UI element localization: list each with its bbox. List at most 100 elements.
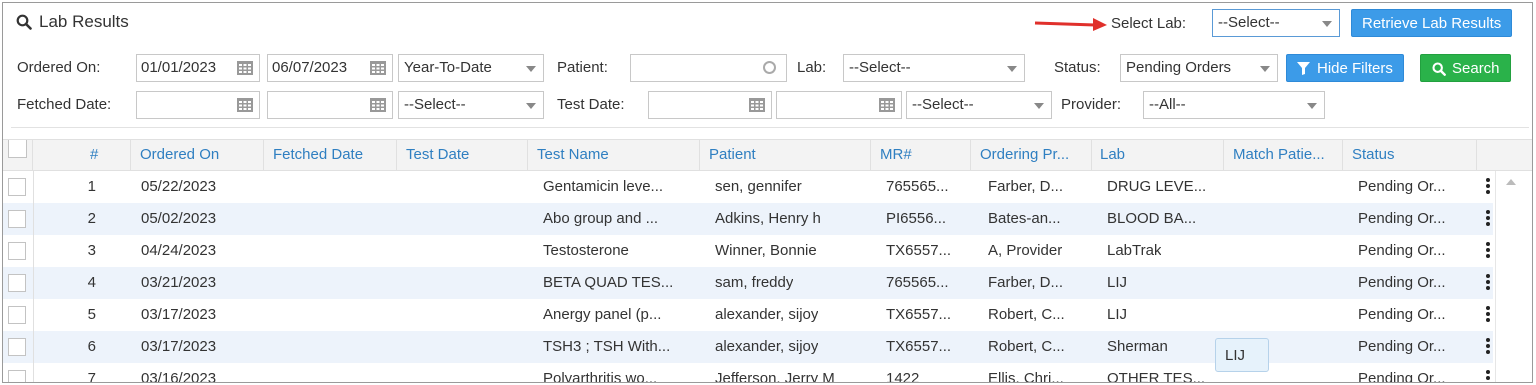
ordering-provider-cell: Robert, C... [988, 338, 1065, 355]
lab-cell: LIJ [1107, 274, 1128, 291]
more-options-icon[interactable] [1486, 338, 1490, 354]
table-row[interactable]: 6 03/17/2023 TSH3 ; TSH With... alexander, … [3, 331, 1493, 363]
row-checkbox[interactable] [8, 338, 26, 356]
lab-label: Lab: [797, 59, 827, 76]
select-lab-dropdown[interactable]: --Select-- [1212, 9, 1340, 37]
more-options-icon[interactable] [1486, 242, 1490, 258]
chevron-down-icon [1307, 103, 1317, 109]
fetched-range-dropdown[interactable]: --Select-- [398, 91, 544, 119]
lab-cell: DRUG LEVE... [1107, 178, 1207, 195]
column-divider [33, 331, 34, 363]
row-number: 6 [87, 338, 96, 355]
status-cell: Pending Or... [1358, 306, 1446, 323]
column-divider [33, 203, 34, 235]
row-number: 2 [87, 210, 96, 227]
search-button-label: Search [1452, 60, 1500, 77]
grid-header: # Ordered On Fetched Date Test Date Test… [3, 139, 1532, 171]
ordered-from-date-field[interactable]: 01/01/2023 [136, 54, 260, 82]
column-header-test-name[interactable]: Test Name [528, 140, 700, 171]
column-header-status[interactable]: Status [1343, 140, 1477, 171]
select-all-checkbox[interactable] [8, 140, 27, 158]
patient-lookup-icon[interactable] [763, 61, 776, 74]
search-icon [1432, 62, 1446, 76]
table-row[interactable]: 2 05/02/2023 Abo group and ... Adkins, Henr… [3, 203, 1493, 235]
grid-scrollbar[interactable] [1495, 171, 1532, 382]
column-header-match-patient[interactable]: Match Patie... [1224, 140, 1343, 171]
column-divider [33, 363, 34, 382]
column-header-fetched-date[interactable]: Fetched Date [264, 140, 397, 171]
table-row[interactable]: 1 05/22/2023 Gentamicin leve... sen, gennif… [3, 171, 1493, 203]
row-checkbox[interactable] [8, 306, 26, 324]
ordering-provider-cell: Ellis, Chri... [988, 370, 1064, 383]
retrieve-lab-results-button[interactable]: Retrieve Lab Results [1351, 9, 1513, 37]
ordered-range-dropdown[interactable]: Year-To-Date [398, 54, 544, 82]
mr-cell: TX6557... [886, 338, 952, 355]
test-range-dropdown[interactable]: --Select-- [906, 91, 1052, 119]
status-dropdown[interactable]: Pending Orders [1120, 54, 1278, 82]
column-header-ordering-provider[interactable]: Ordering Pr... [971, 140, 1092, 171]
column-header-patient[interactable]: Patient [700, 140, 871, 171]
search-button[interactable]: Search [1420, 54, 1511, 82]
ordering-provider-cell: Farber, D... [988, 178, 1064, 195]
row-checkbox[interactable] [8, 242, 26, 260]
test-name-cell: TSH3 ; TSH With... [543, 338, 671, 355]
column-header-test-date[interactable]: Test Date [397, 140, 528, 171]
ordered-to-date-field[interactable]: 06/07/2023 [267, 54, 393, 82]
page-title: Lab Results [39, 12, 129, 31]
red-arrow-annotation [1034, 18, 1107, 31]
lab-cell: BLOOD BA... [1107, 210, 1197, 227]
patient-search-field[interactable] [630, 54, 787, 82]
more-options-icon[interactable] [1486, 274, 1490, 290]
scroll-up-arrow-icon[interactable] [1506, 179, 1516, 185]
ordered-on-label: Ordered On: [17, 59, 101, 76]
row-number: 3 [87, 242, 96, 259]
chevron-down-icon [526, 66, 536, 72]
more-options-icon[interactable] [1486, 178, 1490, 194]
lab-cell: OTHER TES... [1107, 370, 1206, 383]
ordered-on-cell: 03/17/2023 [141, 306, 217, 323]
patient-cell: sen, gennifer [715, 178, 802, 195]
select-lab-value: --Select-- [1218, 14, 1280, 31]
column-header-ordered-on[interactable]: Ordered On [131, 140, 264, 171]
test-from-date-field[interactable] [648, 91, 772, 119]
mr-cell: 1422 [886, 370, 920, 383]
column-divider [33, 235, 34, 267]
row-number: 4 [87, 274, 96, 291]
provider-dropdown[interactable]: --All-- [1143, 91, 1325, 119]
more-options-icon[interactable] [1486, 370, 1490, 382]
row-checkbox[interactable] [8, 210, 26, 228]
row-checkbox[interactable] [8, 178, 26, 196]
column-header-number[interactable]: # [33, 140, 131, 171]
status-cell: Pending Or... [1358, 274, 1446, 291]
calendar-icon [749, 98, 765, 112]
lab-filter-dropdown[interactable]: --Select-- [843, 54, 1025, 82]
more-options-icon[interactable] [1486, 306, 1490, 322]
mr-cell: 765565... [886, 178, 949, 195]
hide-filters-button[interactable]: Hide Filters [1286, 54, 1404, 82]
fetched-to-date-field[interactable] [267, 91, 393, 119]
test-to-date-field[interactable] [776, 91, 902, 119]
row-checkbox[interactable] [8, 274, 26, 292]
test-date-label: Test Date: [557, 96, 625, 113]
fetched-from-date-field[interactable] [136, 91, 260, 119]
patient-cell: alexander, sijoy [715, 306, 819, 323]
more-options-icon[interactable] [1486, 210, 1490, 226]
patient-cell: alexander, sijoy [715, 338, 819, 355]
column-header-mr[interactable]: MR# [871, 140, 971, 171]
table-row[interactable]: 4 03/21/2023 BETA QUAD TES... sam, freddy 76… [3, 267, 1493, 299]
table-row[interactable]: 3 04/24/2023 Testosterone Winner, Bonnie TX6… [3, 235, 1493, 267]
row-number: 1 [87, 178, 96, 195]
lab-cell: Sherman [1107, 338, 1168, 355]
test-range-value: --Select-- [912, 96, 974, 113]
calendar-icon [879, 98, 895, 112]
lab-filter-value: --Select-- [849, 59, 911, 76]
column-divider [33, 299, 34, 331]
mr-cell: TX6557... [886, 242, 952, 259]
table-row[interactable]: 5 03/17/2023 Anergy panel (p... alexander, … [3, 299, 1493, 331]
column-header-lab[interactable]: Lab [1092, 140, 1224, 171]
table-row[interactable]: 7 03/16/2023 Polyarthritis wo... Jefferson,… [3, 363, 1493, 383]
ordered-on-cell: 04/24/2023 [141, 242, 217, 259]
row-number: 7 [87, 370, 96, 383]
row-checkbox[interactable] [8, 370, 26, 382]
ordered-on-cell: 05/02/2023 [141, 210, 217, 227]
